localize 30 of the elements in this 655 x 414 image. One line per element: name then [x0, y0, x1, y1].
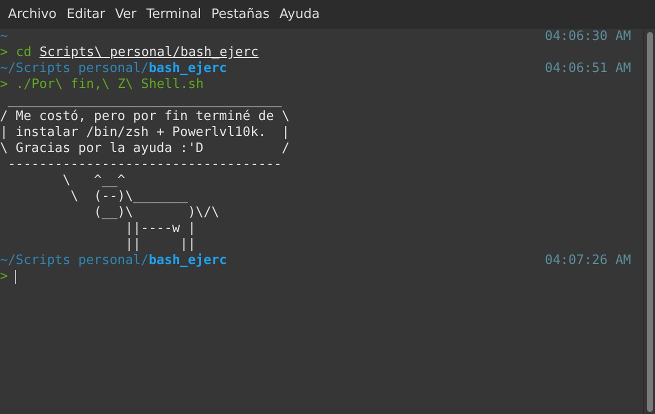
output-line: / Me costó, pero por fin terminé de \: [0, 109, 290, 124]
menu-item[interactable]: Ayuda: [274, 4, 325, 24]
output-line: ___________________________________: [6, 93, 282, 108]
path-link[interactable]: Scripts\ personal/bash_ejerc: [39, 45, 259, 61]
output-line: \ Gracias por la ayuda :'D /: [0, 141, 290, 156]
timestamp: 04:06:51 AM: [544, 61, 631, 77]
output-line: | instalar /bin/zsh + Powerlvl10k. |: [0, 125, 290, 140]
prompt-path: ~: [0, 29, 8, 45]
command-text: ./Por\ fin,\ Z\ Shell.sh: [16, 77, 204, 93]
output-line: -----------------------------------: [6, 157, 282, 172]
menu-item[interactable]: Pestañas: [206, 4, 274, 24]
menu-item[interactable]: Archivo: [3, 4, 62, 24]
prompt-path: ~/Scripts personal/bash_ejerc: [0, 61, 227, 77]
output-line: ||----w |: [124, 221, 196, 236]
prompt-path: ~/Scripts personal/bash_ejerc: [0, 253, 227, 269]
command-text: cd: [16, 45, 32, 61]
prompt-symbol: >: [0, 77, 8, 93]
prompt-symbol: >: [0, 45, 8, 61]
output-line: || ||: [124, 237, 196, 252]
menu-item[interactable]: Terminal: [141, 4, 206, 24]
prompt-symbol: >: [0, 269, 8, 285]
menu-item[interactable]: Ver: [110, 4, 142, 24]
output-line: (__)\ )\/\: [92, 205, 220, 220]
timestamp: 04:07:26 AM: [544, 253, 631, 269]
menu-item[interactable]: Editar: [62, 4, 110, 24]
output-line: \ (--)\_______: [69, 189, 188, 204]
timestamp: 04:06:30 AM: [544, 29, 631, 45]
scrollbar-thumb[interactable]: [646, 32, 652, 412]
scrollbar[interactable]: [643, 29, 655, 414]
output-line: \ ^__^: [62, 173, 126, 188]
